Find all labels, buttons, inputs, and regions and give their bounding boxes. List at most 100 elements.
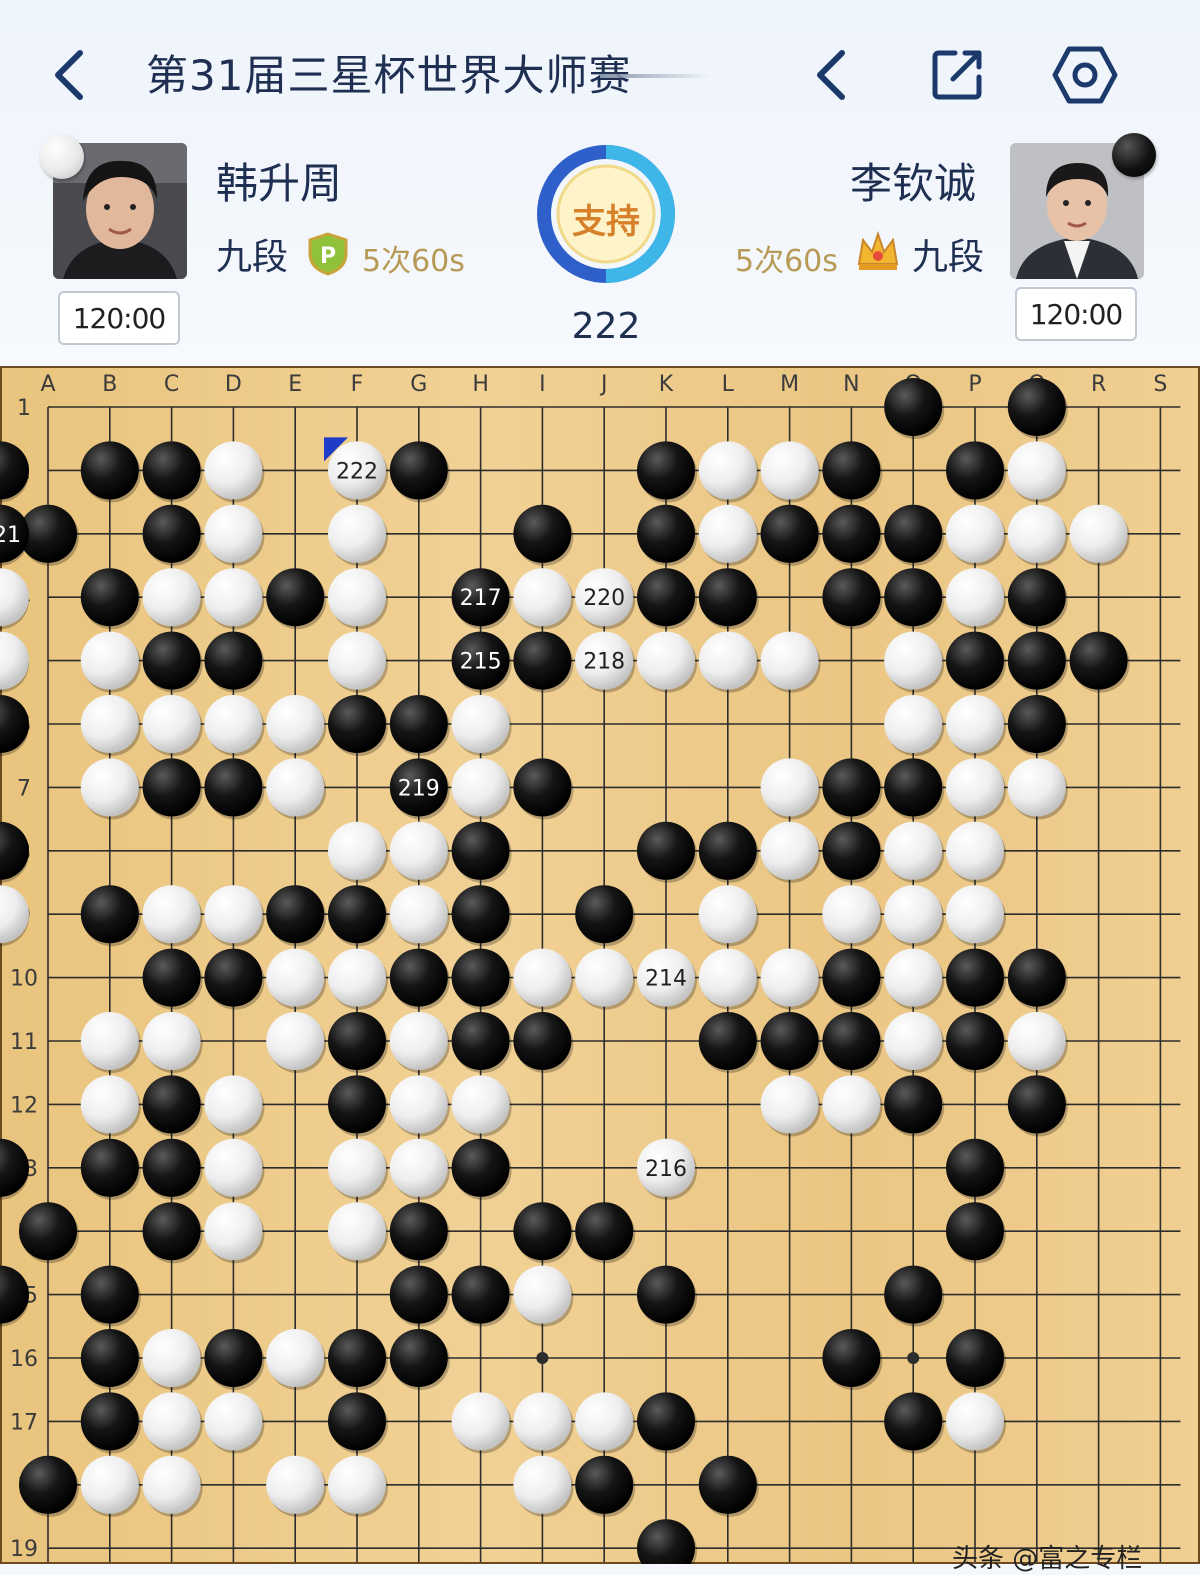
black-clock: 120:00 <box>1015 287 1137 341</box>
white-stone <box>884 948 943 1007</box>
row-label: 19 <box>10 1537 38 1562</box>
white-stone <box>328 821 386 880</box>
white-stone <box>451 1392 510 1451</box>
previous-move-chevron-icon[interactable] <box>800 40 860 110</box>
move-number-label: 218 <box>583 650 625 675</box>
white-stone <box>760 821 819 880</box>
white-stone <box>1007 1012 1066 1070</box>
white-byoyomi: 5次60s <box>362 244 465 279</box>
black-stone <box>822 504 881 563</box>
black-stone <box>822 1329 881 1387</box>
black-stone <box>389 1265 448 1324</box>
black-stone <box>451 1012 510 1070</box>
svg-text:P: P <box>320 244 336 269</box>
go-board-svg[interactable]: ABCDEFGHIJKLMNOPQRS124567891011121311516… <box>0 366 1200 1564</box>
black-stone <box>946 1012 1004 1070</box>
black-stone <box>389 1329 448 1387</box>
row-label: 11 <box>10 1030 38 1055</box>
white-stone <box>204 1202 263 1261</box>
white-stone <box>204 1075 263 1134</box>
white-stone <box>142 1012 201 1070</box>
black-stone <box>760 504 819 563</box>
move-number-label: 214 <box>645 967 687 992</box>
black-stone <box>0 441 29 500</box>
back-chevron-icon[interactable] <box>38 40 98 110</box>
black-stone <box>1007 695 1066 753</box>
black-stone <box>451 1265 510 1324</box>
white-stone <box>204 885 263 944</box>
black-stone <box>513 1202 572 1261</box>
white-stone <box>142 568 201 627</box>
black-stone <box>19 1455 77 1514</box>
star-point <box>907 1352 920 1364</box>
white-stone <box>1007 441 1066 500</box>
row-label: 17 <box>10 1410 38 1435</box>
black-stone <box>1007 1075 1066 1134</box>
white-stone <box>513 1265 572 1324</box>
black-stone <box>142 1075 201 1134</box>
white-stone <box>80 758 139 817</box>
white-stone <box>142 1392 201 1451</box>
title-underline <box>600 74 710 78</box>
black-stone <box>1007 378 1066 436</box>
column-label: I <box>539 372 546 397</box>
black-stone <box>946 1202 1004 1261</box>
white-stone <box>946 885 1004 944</box>
black-stone <box>637 1265 695 1324</box>
black-stone <box>637 1392 695 1451</box>
black-stone <box>204 631 263 690</box>
row-label: 7 <box>17 776 31 801</box>
black-stone <box>884 1075 943 1134</box>
white-stone <box>328 504 386 563</box>
move-number-label: 215 <box>460 650 502 675</box>
column-label: G <box>410 372 427 397</box>
black-stone <box>1069 631 1128 690</box>
black-stone <box>142 758 201 817</box>
black-stone <box>142 504 201 563</box>
white-stone <box>204 1138 263 1197</box>
p-shield-badge-icon: P <box>306 232 350 276</box>
column-label: K <box>659 372 674 397</box>
black-stone <box>451 1138 510 1197</box>
crown-badge-icon <box>855 228 901 274</box>
white-stone <box>884 695 943 753</box>
black-stone <box>884 378 943 436</box>
white-stone <box>513 568 572 627</box>
black-stone <box>822 758 881 817</box>
white-player-name[interactable]: 韩升周 <box>216 150 342 211</box>
black-stone <box>946 1329 1004 1387</box>
white-stone <box>946 568 1004 627</box>
settings-hexagon-icon[interactable] <box>1050 40 1120 110</box>
black-stone <box>637 821 695 880</box>
white-stone <box>513 1392 572 1451</box>
black-stone <box>575 1202 634 1261</box>
white-stone <box>328 568 386 627</box>
white-stone <box>1069 504 1128 563</box>
white-stone <box>0 568 29 627</box>
column-label: M <box>780 372 799 397</box>
white-stone <box>760 1075 819 1134</box>
go-board[interactable]: ABCDEFGHIJKLMNOPQRS124567891011121311516… <box>0 366 1200 1564</box>
column-label: S <box>1153 372 1167 397</box>
black-stone <box>266 885 325 944</box>
black-stone <box>204 758 263 817</box>
white-stone <box>0 631 29 690</box>
black-stone <box>80 568 139 627</box>
black-stone <box>266 568 325 627</box>
row-label: 16 <box>10 1347 38 1372</box>
white-stone <box>80 1012 139 1070</box>
white-stone <box>389 1075 448 1134</box>
black-stone-indicator-icon <box>1112 133 1156 177</box>
white-stone <box>204 568 263 627</box>
white-stone <box>884 885 943 944</box>
share-icon[interactable] <box>925 40 989 110</box>
black-stone <box>19 1202 77 1261</box>
black-stone <box>80 441 139 500</box>
white-stone <box>80 631 139 690</box>
row-label: 12 <box>10 1093 38 1118</box>
black-stone <box>946 441 1004 500</box>
black-stone <box>328 1075 386 1134</box>
black-stone <box>389 948 448 1007</box>
black-player-name[interactable]: 李钦诚 <box>850 150 976 211</box>
column-label: P <box>968 372 981 397</box>
